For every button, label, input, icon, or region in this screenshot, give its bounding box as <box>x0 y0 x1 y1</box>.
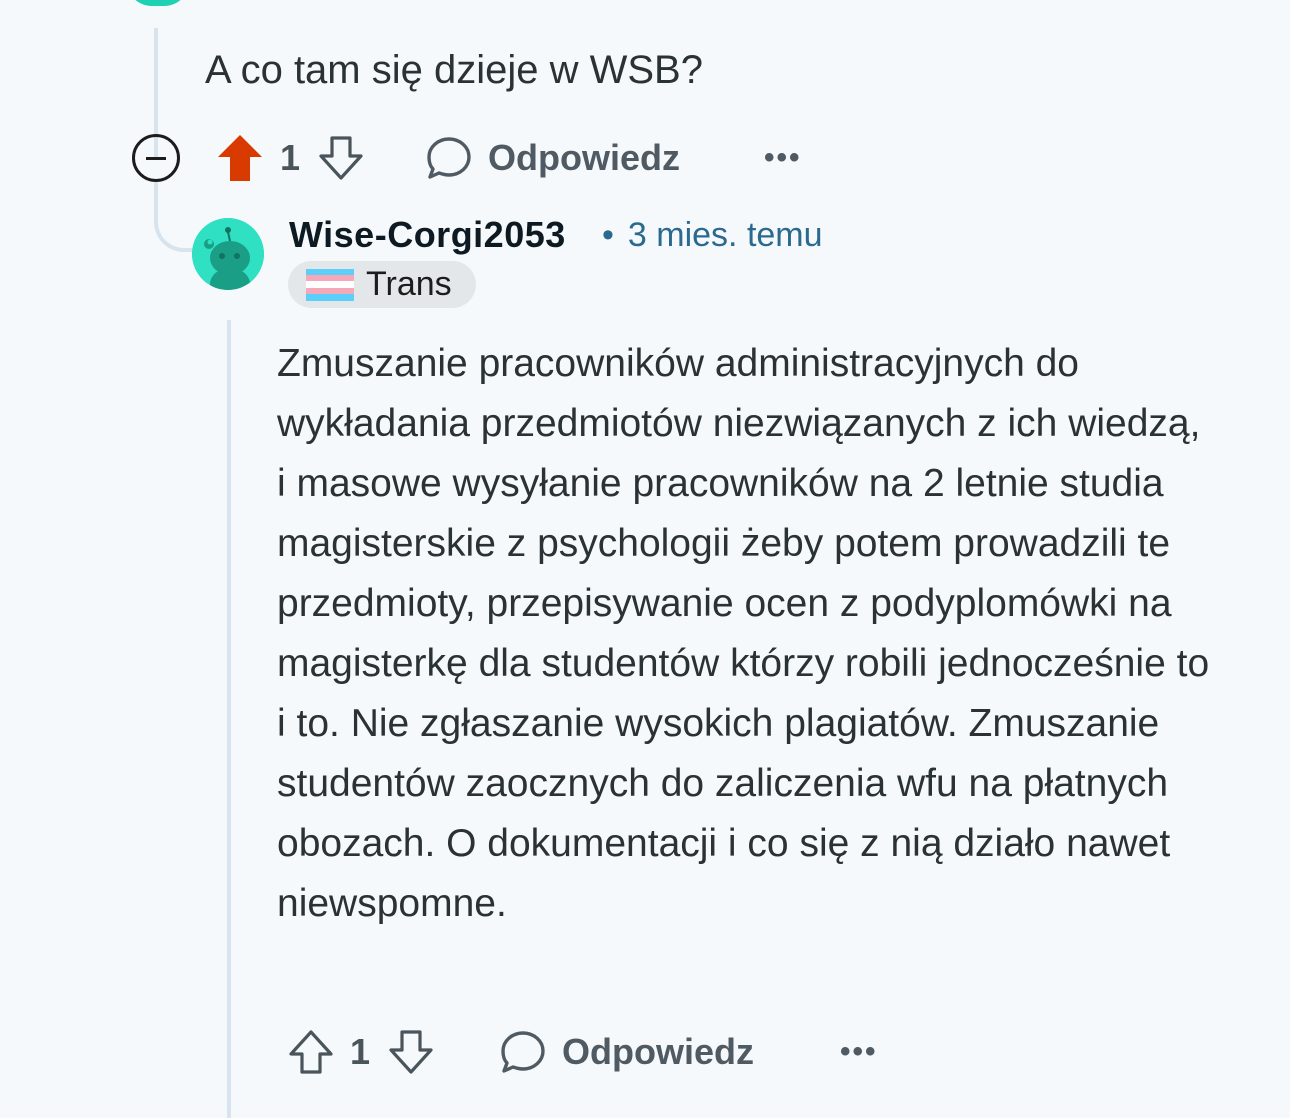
collapse-thread-button[interactable] <box>132 134 180 182</box>
more-options-button[interactable]: ••• <box>840 1035 878 1069</box>
trans-flag-icon <box>306 268 354 301</box>
upvote-filled-icon <box>218 135 262 181</box>
parent-avatar[interactable] <box>126 0 190 6</box>
more-options-button[interactable]: ••• <box>764 141 802 175</box>
speech-bubble-icon <box>501 1031 545 1073</box>
upvote-button[interactable] <box>288 1029 334 1075</box>
downvote-button[interactable] <box>388 1029 434 1075</box>
downvote-icon <box>389 1030 433 1074</box>
vote-count: 1 <box>280 137 301 178</box>
avatar[interactable] <box>192 218 264 290</box>
reply-button[interactable]: Odpowiedz <box>426 135 680 181</box>
meta-separator: • <box>602 216 614 254</box>
speech-bubble-icon <box>427 137 471 179</box>
parent-action-bar: 1 Odpowiedz ••• <box>132 128 802 188</box>
timestamp: 3 mies. temu <box>627 216 823 254</box>
thread-line[interactable] <box>227 320 231 1118</box>
parent-comment-text: A co tam się dzieje w WSB? <box>205 48 703 92</box>
reply-action-bar: 1 Odpowiedz ••• <box>288 1022 878 1082</box>
downvote-button[interactable] <box>318 135 364 181</box>
user-flair: Trans <box>288 261 476 308</box>
upvote-icon <box>289 1030 333 1074</box>
downvote-icon <box>319 136 363 180</box>
comment-thread: A co tam się dzieje w WSB? 1 Odpowiedz •… <box>0 0 1290 1118</box>
snoo-avatar-icon <box>192 218 264 290</box>
flair-text: Trans <box>366 265 452 303</box>
vote-count: 1 <box>350 1031 371 1072</box>
comment-body: Zmuszanie pracowników administracyjnych … <box>277 342 1210 925</box>
reply-label: Odpowiedz <box>488 137 681 178</box>
minus-icon <box>146 156 166 160</box>
upvote-button[interactable] <box>216 133 264 183</box>
reply-button[interactable]: Odpowiedz <box>500 1029 754 1075</box>
username[interactable]: Wise-Corgi2053 <box>289 214 566 256</box>
comment-meta: • 3 mies. temu <box>602 216 823 255</box>
reply-label: Odpowiedz <box>562 1031 755 1072</box>
